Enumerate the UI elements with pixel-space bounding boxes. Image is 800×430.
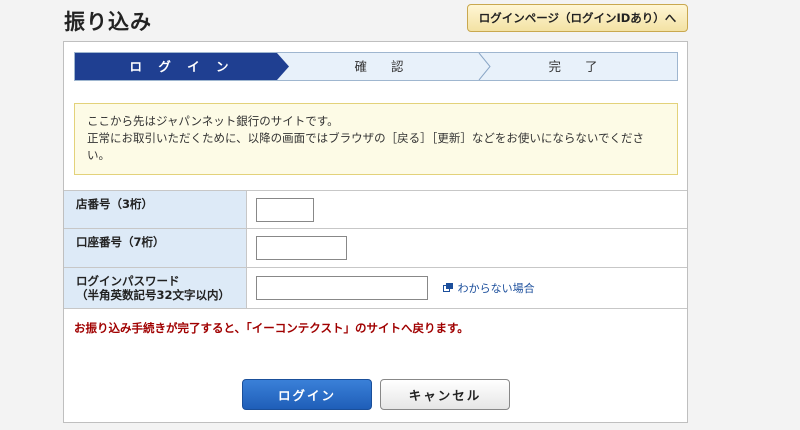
forgot-help-link[interactable]: わからない場合 (442, 280, 535, 296)
cancel-button[interactable]: キャンセル (380, 379, 510, 410)
login-button[interactable]: ログイン (242, 379, 372, 410)
transfer-panel: ロ グ イ ン 確 認 完 了 ここから先はジャパンネット銀行のサイトです。 正… (63, 41, 688, 423)
step-confirm: 確 認 (354, 59, 414, 74)
site-notice: ここから先はジャパンネット銀行のサイトです。 正常にお取引いただくために、以降の… (74, 103, 678, 175)
notice-line-1: ここから先はジャパンネット銀行のサイトです。 (87, 114, 339, 128)
password-label-line-2: （半角英数記号32文字以内） (76, 288, 231, 302)
notice-line-2: 正常にお取引いただくために、以降の画面ではブラウザの［戻る］［更新］などをお使い… (87, 131, 645, 145)
step-complete: 完 了 (548, 59, 608, 74)
help-link-text: わからない場合 (457, 281, 535, 295)
new-window-icon (442, 283, 453, 292)
password-row: ログインパスワード （半角英数記号32文字以内） わからない場合 (64, 267, 687, 309)
password-label-line-1: ログインパスワード (76, 274, 180, 288)
page-title: 振り込み (64, 10, 152, 34)
progress-steps: ロ グ イ ン 確 認 完 了 (74, 52, 678, 81)
account-number-input[interactable] (255, 236, 347, 260)
login-form-table: 店番号（3桁） 口座番号（7桁） ログインパスワード （半角英数記号32文字以内… (64, 190, 687, 309)
notice-line-3: い。 (87, 148, 110, 162)
branch-row: 店番号（3桁） (64, 190, 687, 229)
password-input[interactable] (255, 276, 428, 300)
account-label: 口座番号（7桁） (64, 228, 247, 268)
branch-number-input[interactable] (255, 197, 314, 222)
password-label: ログインパスワード （半角英数記号32文字以内） (64, 267, 247, 309)
login-id-page-button[interactable]: ログインページ（ログインIDあり）へ (467, 4, 688, 32)
completion-note: お振り込み手続きが完了すると、「イーコンテクスト」のサイトへ戻ります。 (74, 321, 469, 335)
step-login: ロ グ イ ン (75, 53, 289, 80)
account-row: 口座番号（7桁） (64, 228, 687, 268)
branch-label: 店番号（3桁） (64, 190, 247, 229)
